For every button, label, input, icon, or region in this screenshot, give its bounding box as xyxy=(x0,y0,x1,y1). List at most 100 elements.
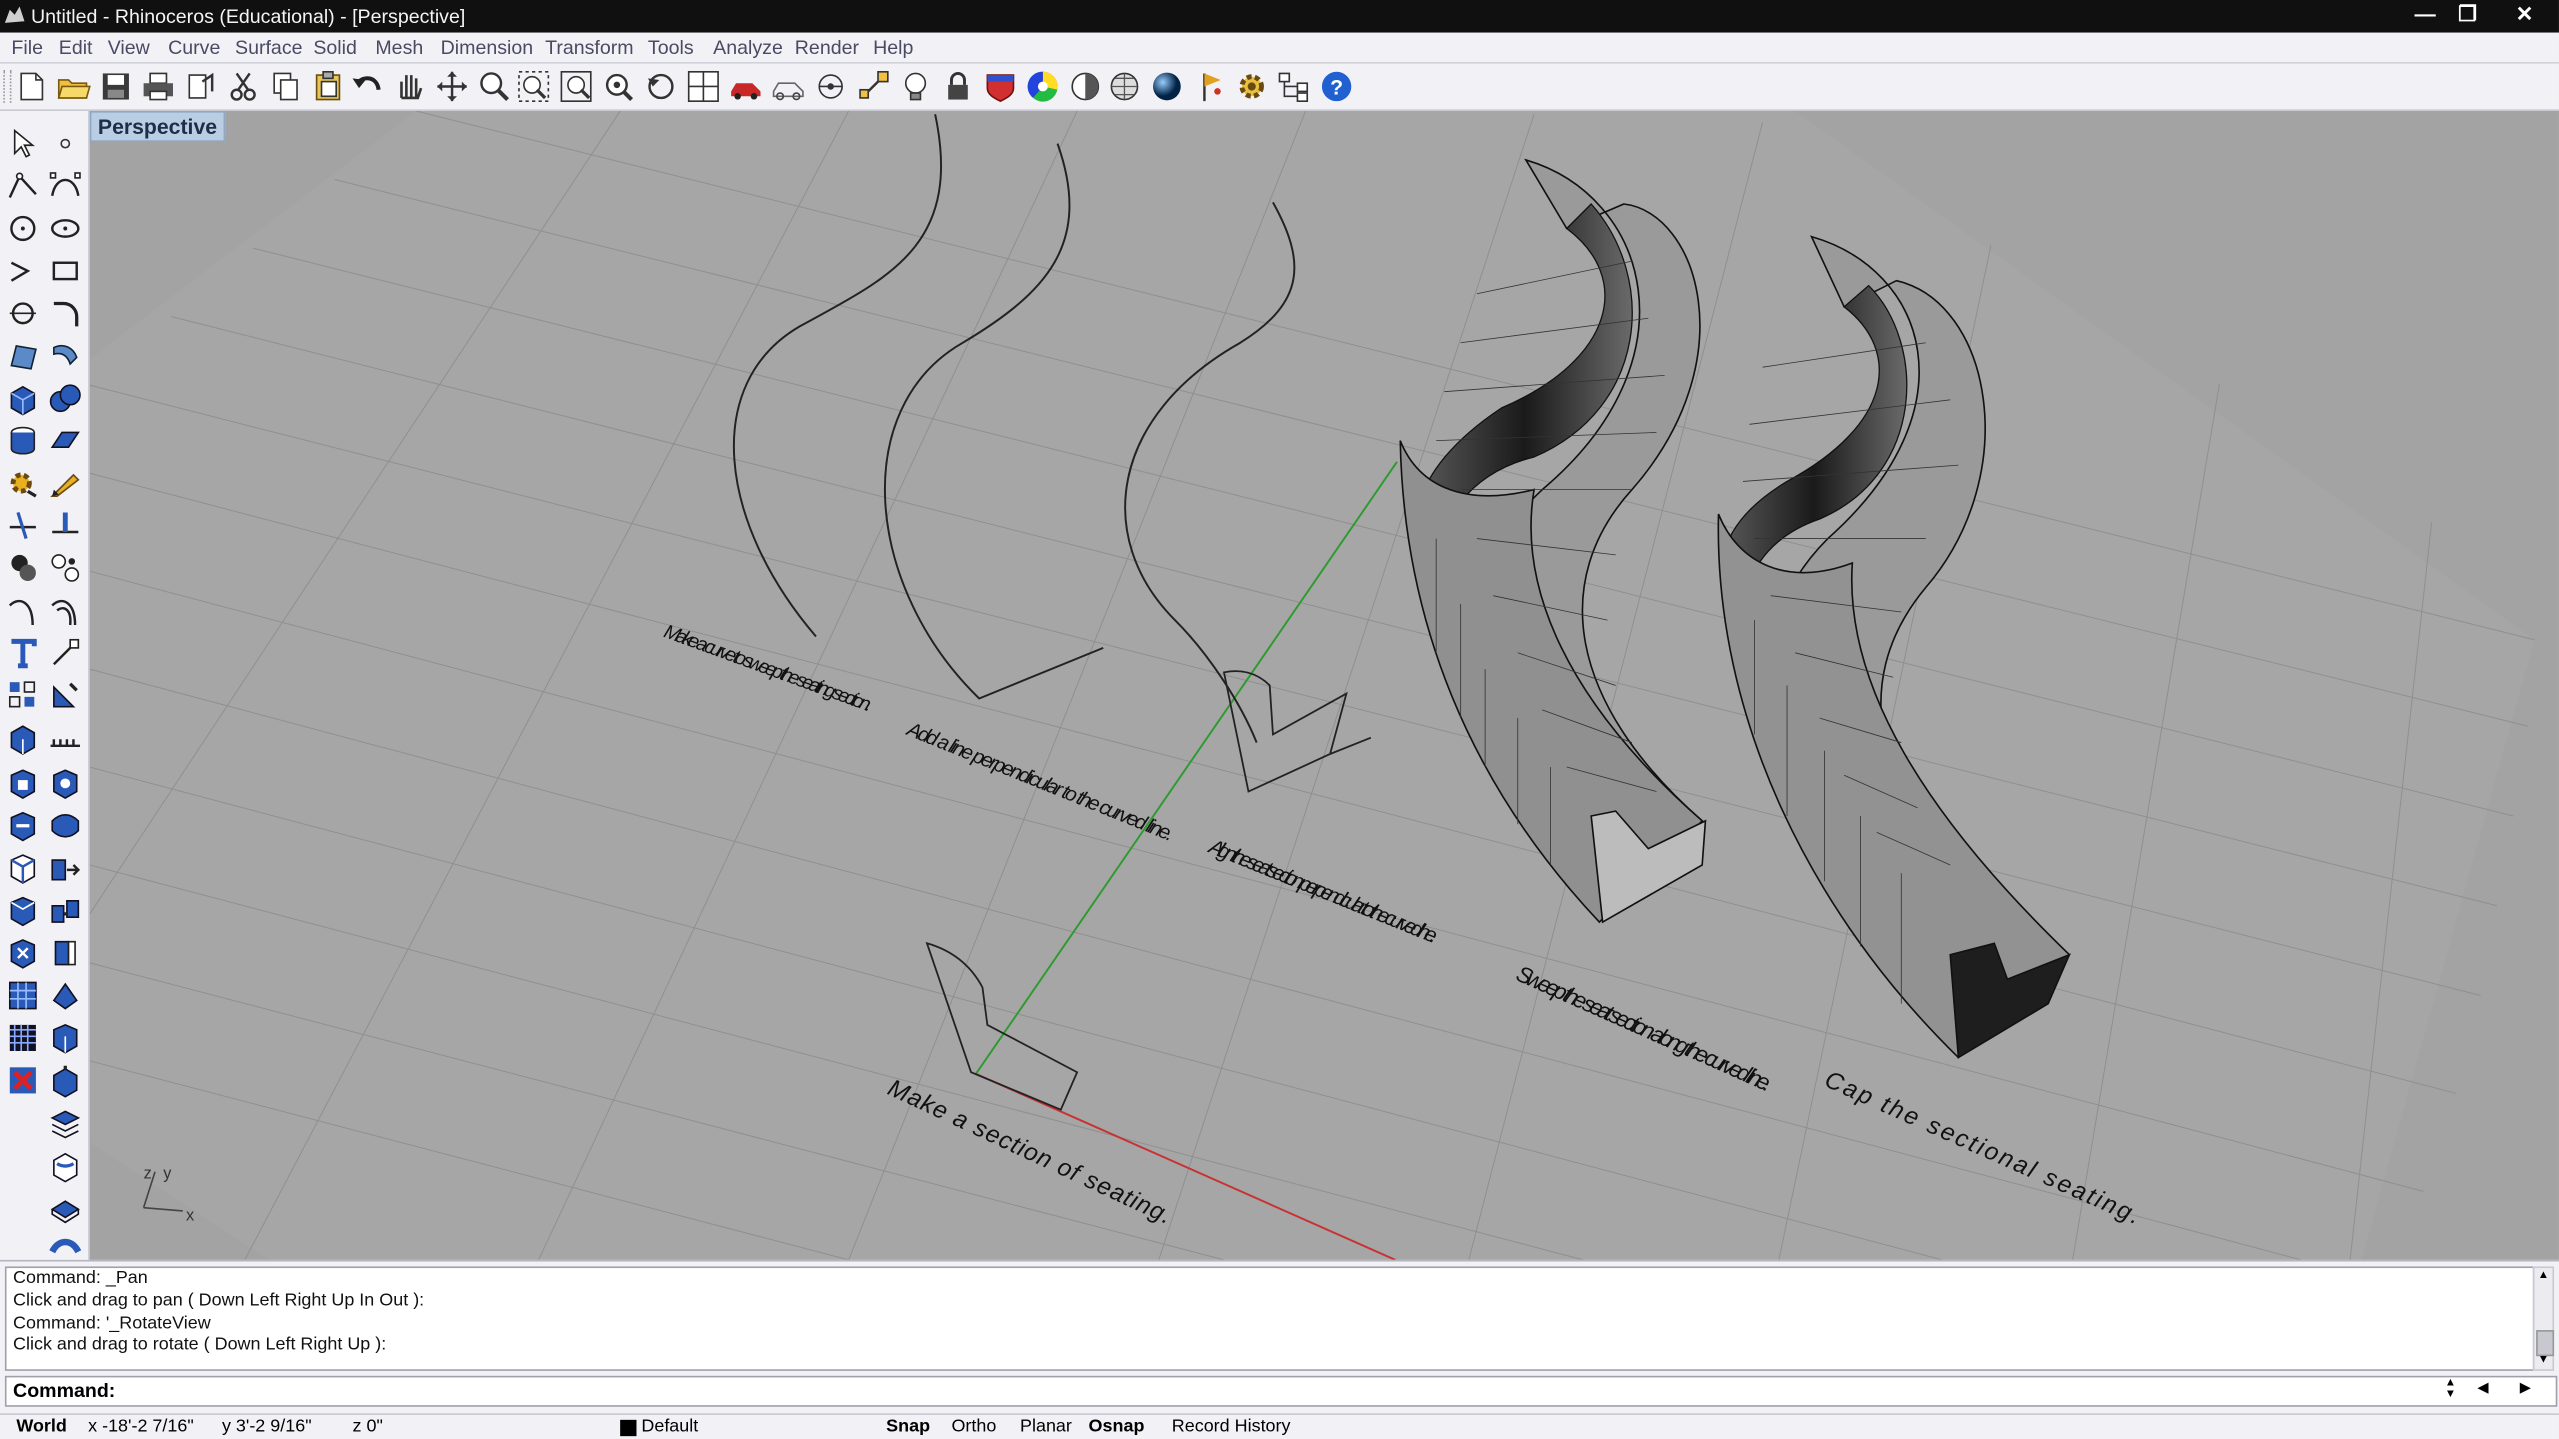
command-next-icon[interactable]: ▶ xyxy=(2520,1379,2531,1397)
menu-solid[interactable]: Solid xyxy=(313,36,357,59)
object-snap-button[interactable] xyxy=(855,69,891,105)
perspective-viewport[interactable]: Make a curve to sweep the seating sectio… xyxy=(89,110,2559,1260)
analyze-button[interactable] xyxy=(1195,69,1231,105)
zoom-dynamic-button[interactable] xyxy=(477,69,513,105)
menu-help[interactable]: Help xyxy=(873,36,913,59)
planar-toggle[interactable]: Planar xyxy=(1020,1417,1072,1437)
fillet-curves-tool[interactable] xyxy=(47,295,83,331)
command-input[interactable] xyxy=(114,1377,2439,1406)
menu-view[interactable]: View xyxy=(108,36,150,59)
menu-dimension[interactable]: Dimension xyxy=(441,36,534,59)
toolbar-grip[interactable] xyxy=(3,70,12,103)
solid-tools-l[interactable] xyxy=(47,1020,83,1056)
text-tool[interactable] xyxy=(5,635,41,671)
solid-edit-tool[interactable] xyxy=(5,720,41,756)
layer-color-swatch[interactable] xyxy=(620,1419,637,1437)
box-tool[interactable] xyxy=(5,380,41,416)
menu-file[interactable]: File xyxy=(11,36,43,59)
cylinder-tool[interactable] xyxy=(5,423,41,459)
select-tool[interactable] xyxy=(5,126,41,162)
solid-tools-h[interactable] xyxy=(47,893,83,929)
snap-toggle[interactable]: Snap xyxy=(886,1417,930,1437)
solid-tools-p[interactable] xyxy=(47,1190,83,1226)
offset-tool[interactable] xyxy=(47,592,83,628)
menu-surface[interactable]: Surface xyxy=(235,36,302,59)
copy-button[interactable] xyxy=(268,69,304,105)
command-prev-icon[interactable]: ◀ xyxy=(2477,1379,2488,1397)
trim-tool[interactable] xyxy=(47,508,83,544)
solid-tools-m[interactable] xyxy=(47,1062,83,1098)
render-tool[interactable] xyxy=(47,465,83,501)
split-tool[interactable] xyxy=(5,508,41,544)
history-scrollbar[interactable]: ▲ ▼ xyxy=(2532,1266,2555,1371)
fillet-edge-tool[interactable] xyxy=(5,592,41,628)
shade-button[interactable] xyxy=(1067,69,1103,105)
menu-render[interactable]: Render xyxy=(795,36,859,59)
solid-tools-g[interactable] xyxy=(5,893,41,929)
close-button[interactable]: ✕ xyxy=(2503,0,2545,33)
mesh-tool[interactable] xyxy=(5,465,41,501)
plane-tool[interactable] xyxy=(47,423,83,459)
solid-tools-e[interactable] xyxy=(5,850,41,886)
command-history[interactable]: Command: _Pan Click and drag to pan ( Do… xyxy=(4,1266,2535,1371)
zoom-extents-button[interactable] xyxy=(558,69,594,105)
ellipse-tool[interactable] xyxy=(47,211,83,247)
zoom-selected-button[interactable] xyxy=(601,69,637,105)
delete-tool[interactable] xyxy=(5,1062,41,1098)
wireframe-car-button[interactable] xyxy=(770,69,806,105)
viewport-title-tab[interactable]: Perspective xyxy=(89,110,226,142)
record-history-toggle[interactable]: Record History xyxy=(1172,1417,1291,1437)
render-preview-button[interactable] xyxy=(728,69,764,105)
ortho-toggle[interactable]: Ortho xyxy=(951,1417,996,1437)
boolean-union-tool[interactable] xyxy=(47,380,83,416)
new-file-button[interactable] xyxy=(13,69,49,105)
export-button[interactable] xyxy=(183,69,219,105)
cut-button[interactable] xyxy=(225,69,261,105)
restore-button[interactable]: ❐ xyxy=(2446,0,2488,33)
menu-transform[interactable]: Transform xyxy=(545,36,634,59)
scroll-down-icon[interactable]: ▼ xyxy=(2534,1353,2552,1369)
cplane-label[interactable]: World xyxy=(16,1417,67,1437)
print-button[interactable] xyxy=(140,69,176,105)
solid-tools-a[interactable] xyxy=(5,765,41,801)
undo-button[interactable] xyxy=(349,69,385,105)
solid-tools-b[interactable] xyxy=(47,765,83,801)
color-button[interactable] xyxy=(1025,69,1061,105)
arc-tool[interactable] xyxy=(5,253,41,289)
render-mesh-button[interactable] xyxy=(1106,69,1142,105)
curve-tool[interactable] xyxy=(47,168,83,204)
dimension-linear-tool[interactable] xyxy=(47,720,83,756)
circle-tool[interactable] xyxy=(5,211,41,247)
ungroup-tool[interactable] xyxy=(47,550,83,586)
light-button[interactable] xyxy=(898,69,934,105)
sweep-tool[interactable] xyxy=(47,338,83,374)
mesh-grid-tool[interactable] xyxy=(5,978,41,1014)
four-viewports-button[interactable] xyxy=(685,69,721,105)
solid-tools-i[interactable] xyxy=(5,935,41,971)
construction-plane-button[interactable] xyxy=(813,69,849,105)
scroll-up-icon[interactable]: ▲ xyxy=(2534,1268,2552,1284)
pan-button[interactable] xyxy=(392,69,428,105)
surface-tool[interactable] xyxy=(5,338,41,374)
solid-tools-o[interactable] xyxy=(47,1147,83,1183)
group-tool[interactable] xyxy=(5,550,41,586)
menu-analyze[interactable]: Analyze xyxy=(713,36,783,59)
solid-tools-c[interactable] xyxy=(5,808,41,844)
lock-button[interactable] xyxy=(940,69,976,105)
minimize-button[interactable]: — xyxy=(2404,0,2446,33)
menu-edit[interactable]: Edit xyxy=(59,36,93,59)
paste-button[interactable] xyxy=(310,69,346,105)
solid-tools-f[interactable] xyxy=(47,850,83,886)
solid-tools-j[interactable] xyxy=(47,935,83,971)
command-spin-icon[interactable]: ▲ ▼ xyxy=(2445,1377,2456,1400)
undo-view-button[interactable] xyxy=(643,69,679,105)
layer-name[interactable]: Default xyxy=(641,1417,698,1437)
open-file-button[interactable] xyxy=(55,69,91,105)
solid-tools-d[interactable] xyxy=(47,808,83,844)
solid-tools-k[interactable] xyxy=(47,978,83,1014)
mesh-dense-tool[interactable] xyxy=(5,1020,41,1056)
toolbar-layout-button[interactable] xyxy=(1276,69,1312,105)
solid-tools-q[interactable] xyxy=(47,1227,83,1263)
viewport-canvas[interactable]: Make a curve to sweep the seating sectio… xyxy=(89,110,2559,1260)
array-tool[interactable] xyxy=(5,677,41,713)
